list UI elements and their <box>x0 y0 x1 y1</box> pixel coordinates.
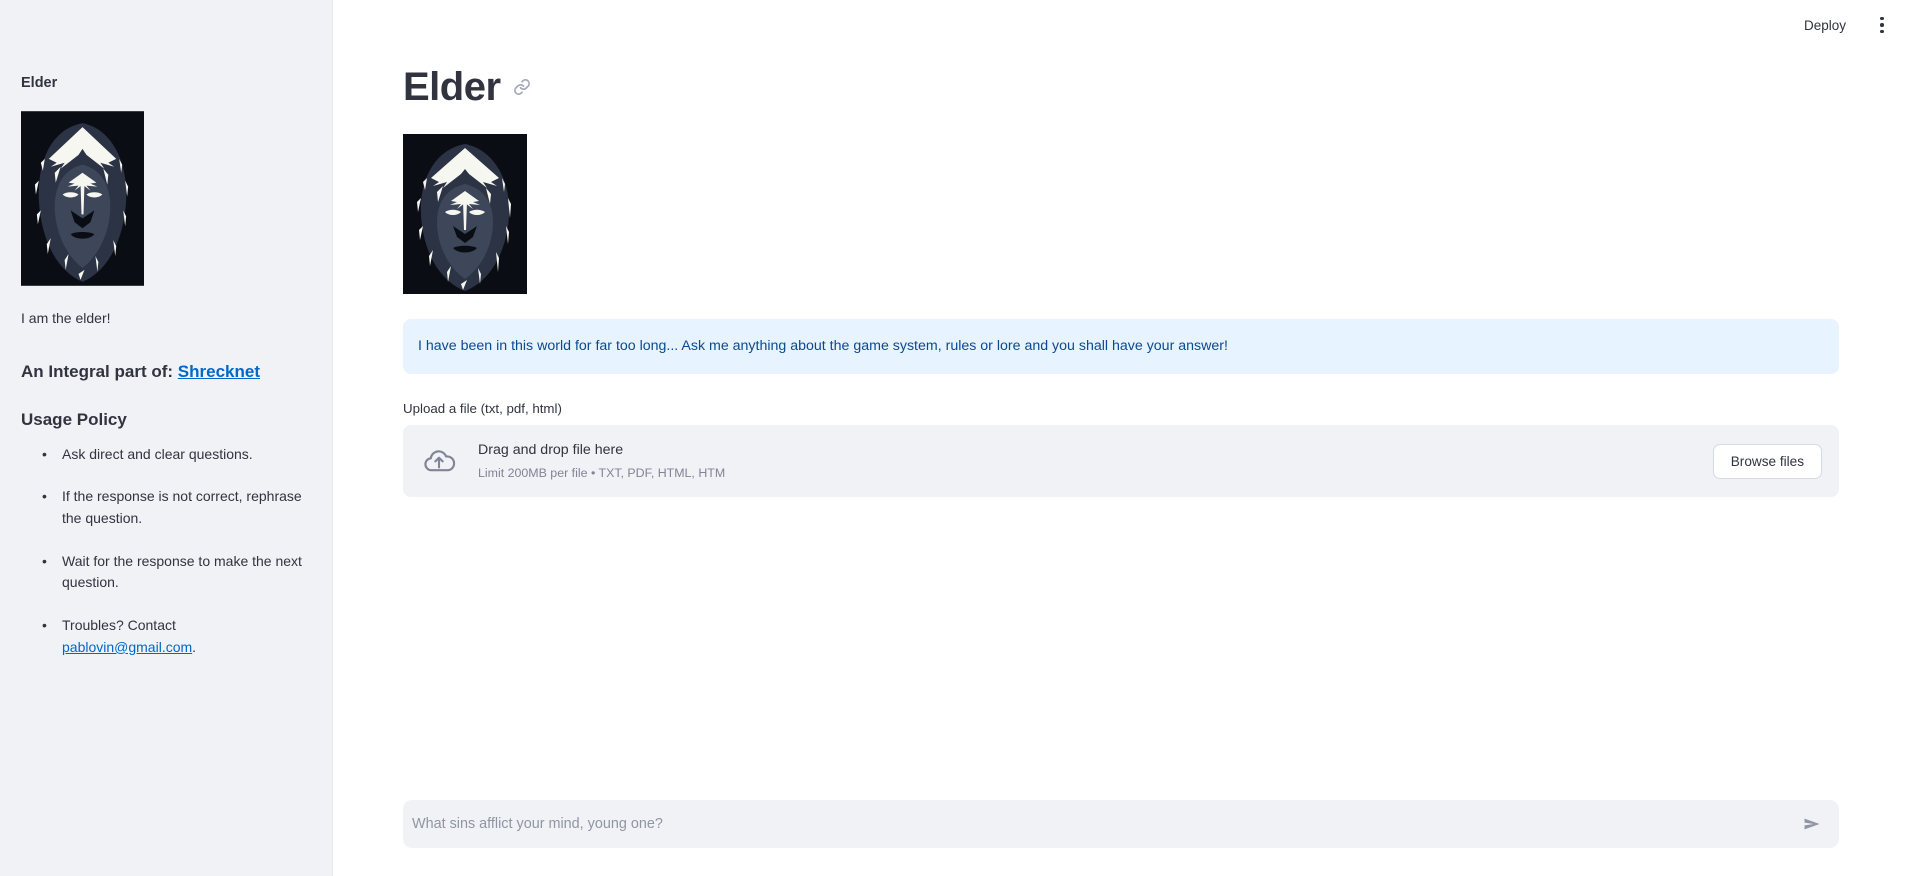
dropzone-limits: Limit 200MB per file • TXT, PDF, HTML, H… <box>478 465 726 480</box>
send-arrow-icon[interactable] <box>1797 809 1827 839</box>
page-title-row: Elder <box>403 63 1839 111</box>
sidebar-integral-line: An Integral part of: Shrecknet <box>21 360 311 384</box>
list-item: Wait for the response to make the next q… <box>21 551 311 594</box>
kebab-menu-icon[interactable] <box>1869 12 1895 38</box>
chat-input-wrapper[interactable] <box>403 800 1839 848</box>
kebab-dot <box>1880 16 1884 21</box>
contact-email-link[interactable]: pablovin@gmail.com <box>62 639 192 655</box>
list-item: Ask direct and clear questions. <box>21 444 311 466</box>
page-title: Elder <box>403 65 501 109</box>
app-root: Elder I am the elder! An Integral part o… <box>0 0 1909 876</box>
main-panel: Deploy Elder I have been in this world f… <box>333 0 1909 876</box>
dropzone-title: Drag and drop file here <box>478 441 624 458</box>
dropzone-text: Drag and drop file here Limit 200MB per … <box>478 441 1713 482</box>
sidebar-title: Elder <box>21 75 58 91</box>
file-dropzone[interactable]: Drag and drop file here Limit 200MB per … <box>403 425 1839 498</box>
chat-input[interactable] <box>412 816 1797 832</box>
chat-input-bar <box>333 800 1909 876</box>
policy-item-text: Troubles? Contact <box>62 617 176 634</box>
integral-prefix: An Integral part of: <box>21 361 178 381</box>
policy-item-text: If the response is not correct, rephrase… <box>62 488 302 527</box>
policy-item-text: Ask direct and clear questions. <box>62 445 253 462</box>
shrecknet-link[interactable]: Shrecknet <box>178 362 260 381</box>
sidebar: Elder I am the elder! An Integral part o… <box>0 0 333 876</box>
deploy-button[interactable]: Deploy <box>1795 13 1855 38</box>
usage-policy-heading: Usage Policy <box>21 409 127 429</box>
list-item: If the response is not correct, rephrase… <box>21 486 311 529</box>
browse-files-button[interactable]: Browse files <box>1712 443 1822 479</box>
sidebar-portrait-image <box>21 111 144 286</box>
sidebar-caption: I am the elder! <box>21 309 111 326</box>
kebab-dot <box>1880 29 1884 34</box>
hero-portrait-image <box>403 134 527 294</box>
policy-item-text: Wait for the response to make the next q… <box>62 552 302 591</box>
cloud-upload-icon <box>422 444 456 478</box>
kebab-dot <box>1880 23 1884 27</box>
content-column: Elder I have been in this world for far … <box>333 0 1909 498</box>
usage-policy-list: Ask direct and clear questions. If the r… <box>21 444 311 659</box>
policy-item-suffix: . <box>192 638 197 655</box>
list-item: Troubles? Contact pablovin@gmail.com. <box>21 615 311 658</box>
top-toolbar: Deploy <box>1795 0 1909 50</box>
file-uploader-label: Upload a file (txt, pdf, html) <box>403 401 562 417</box>
link-icon[interactable] <box>513 78 531 96</box>
info-banner: I have been in this world for far too lo… <box>403 319 1839 375</box>
